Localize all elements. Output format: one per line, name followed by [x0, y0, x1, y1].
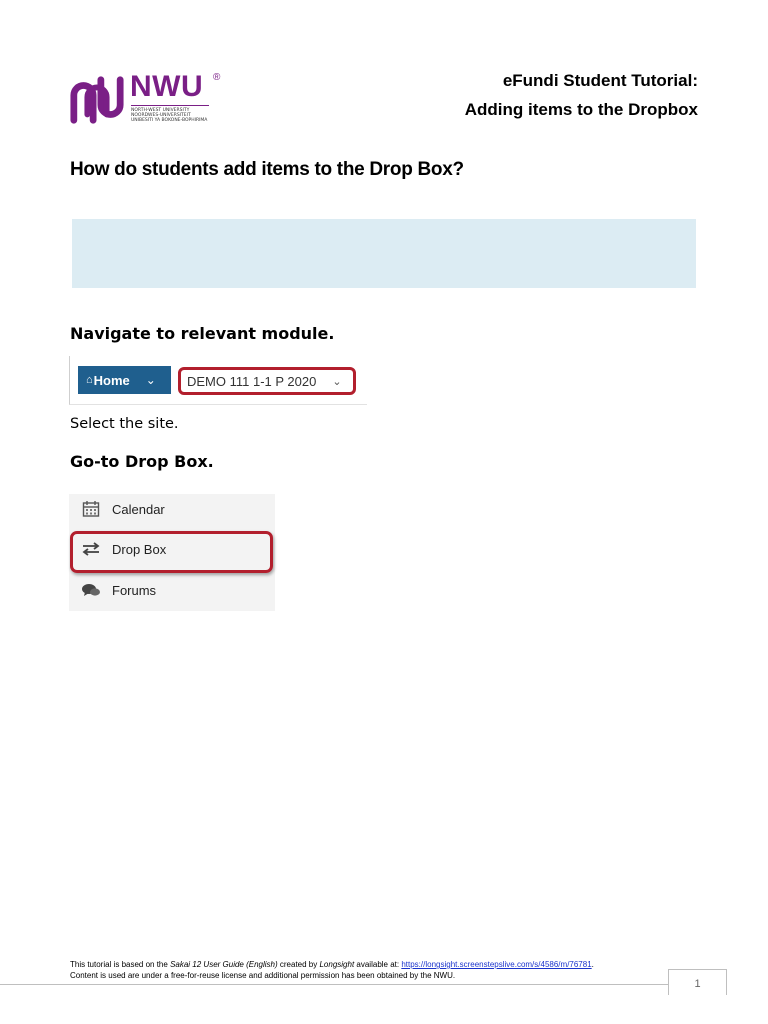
page-number: 1 — [668, 969, 727, 995]
home-button[interactable]: ⌂ Home ⌄ — [78, 366, 171, 394]
logo-sub-line: UNIBESITI YA BOKONE-BOPHIRIMA — [131, 118, 208, 123]
footer-guide-title: Sakai 12 User Guide (English) — [170, 960, 278, 969]
tool-menu-label: Calendar — [112, 501, 165, 517]
site-selector[interactable]: DEMO 111 1-1 P 2020 ⌄ — [178, 367, 356, 395]
tutorial-subtitle: Adding items to the Dropbox — [464, 100, 698, 119]
chevron-down-icon: ⌄ — [145, 373, 156, 387]
footer-text: created by — [277, 960, 320, 969]
dropbox-highlight — [70, 531, 273, 573]
tool-menu-label: Forums — [112, 582, 157, 598]
logo-wordmark: NWU — [130, 70, 204, 103]
tutorial-title: eFundi Student Tutorial: — [502, 71, 698, 90]
info-box — [72, 219, 696, 288]
nwu-logo-icon — [70, 76, 124, 124]
footer-link[interactable]: https://longsight.screenstepslive.com/s/… — [401, 960, 591, 969]
footer-text: . — [591, 960, 594, 969]
home-icon: ⌂ — [86, 374, 93, 386]
step-heading-navigate: Navigate to relevant module. — [70, 324, 335, 343]
footer-source-note: This tutorial is based on the Sakai 12 U… — [70, 960, 594, 969]
logo-divider — [131, 105, 209, 106]
step-instruction: Select the site. — [70, 416, 179, 432]
footer-author: Longsight — [319, 960, 355, 969]
footer-divider — [0, 984, 668, 985]
chevron-down-icon: ⌄ — [332, 375, 342, 388]
footer-license-note: Content is used are under a free-for-reu… — [70, 971, 456, 980]
footer-text: This tutorial is based on the — [70, 960, 171, 969]
registered-mark: ® — [213, 72, 221, 83]
step-heading-dropbox: Go-to Drop Box. — [70, 452, 214, 471]
footer-text: available at: — [354, 960, 402, 969]
page-title: How do students add items to the Drop Bo… — [70, 159, 464, 180]
speech-bubbles-icon — [80, 582, 102, 598]
site-select-value: DEMO 111 1-1 P 2020 — [187, 373, 317, 389]
home-label: Home — [93, 372, 130, 388]
tool-menu-item-forums[interactable]: Forums — [80, 579, 156, 601]
calendar-icon — [80, 500, 102, 518]
tool-menu-item-calendar[interactable]: Calendar — [80, 498, 165, 520]
